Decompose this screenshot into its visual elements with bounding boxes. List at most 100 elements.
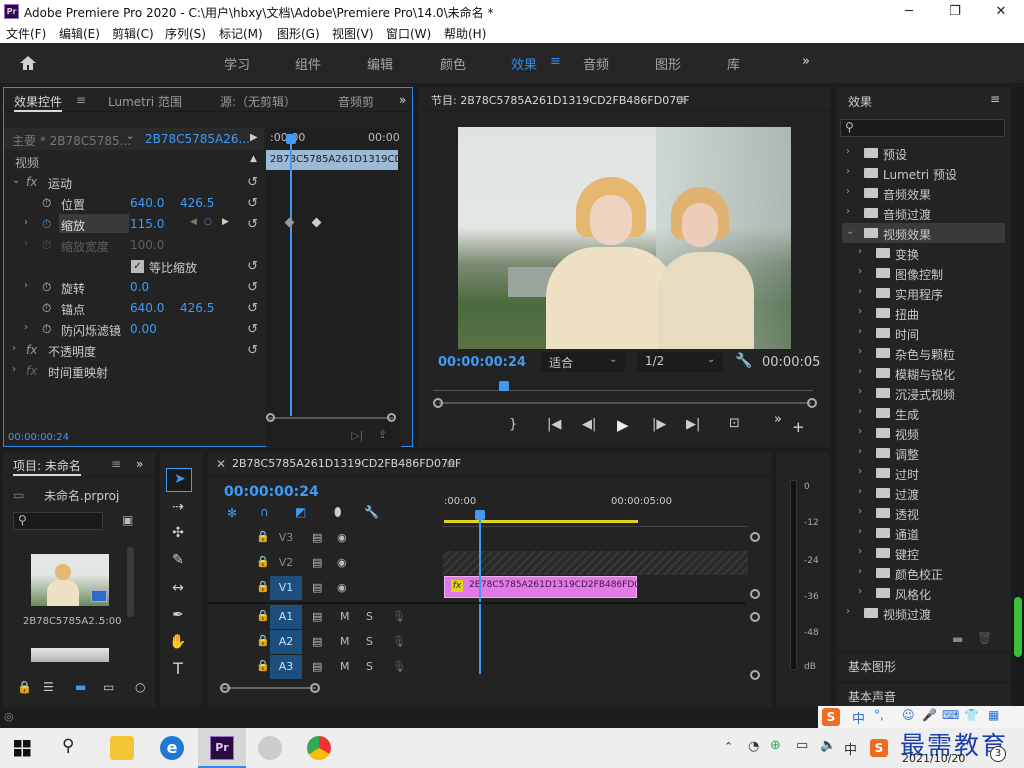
chevron-right-icon[interactable]: › (858, 546, 862, 557)
panel-menu-icon[interactable]: ≡ (76, 93, 86, 107)
edge-browser-icon[interactable]: e (160, 736, 184, 760)
icon-view-icon[interactable]: ▬ (75, 680, 86, 694)
chevron-right-icon[interactable]: › (858, 286, 862, 297)
sogou-icon[interactable]: S (822, 708, 840, 726)
opacity-row[interactable]: › fx 不透明度 ↺ (4, 340, 264, 361)
skin-icon[interactable]: 👕 (964, 708, 979, 722)
tab-color[interactable]: 颜色 (440, 54, 466, 73)
chevron-right-icon[interactable]: › (846, 166, 850, 177)
close-button[interactable]: ✕ (978, 0, 1024, 23)
linked-selection-icon[interactable]: ◩ (295, 505, 306, 519)
v2-lane[interactable] (443, 551, 748, 575)
reset-icon[interactable]: ↺ (247, 343, 258, 358)
effects-tree-item[interactable]: › 透视 (842, 503, 1005, 523)
reset-icon[interactable]: ↺ (247, 196, 258, 211)
basic-sound-panel[interactable]: 基本声音 (836, 682, 1011, 708)
master-clip-label[interactable]: 主要 * 2B78C5785... (12, 132, 131, 149)
premiere-taskbar-item[interactable]: Pr (198, 728, 246, 768)
fx-icon[interactable]: fx (26, 364, 37, 378)
track-select-tool-icon[interactable]: ⇢ (166, 496, 190, 518)
track-a2-label[interactable]: A2 (270, 630, 302, 654)
go-to-out-icon[interactable]: ▶| (686, 417, 700, 432)
timeline-timecode[interactable]: 00:00:00:24 (224, 484, 319, 500)
chevron-right-icon[interactable]: › (858, 446, 862, 457)
notification-count[interactable]: 3 (990, 746, 1006, 762)
snap-magnet-icon[interactable]: ∩ (260, 505, 269, 519)
position-row[interactable]: ⏱ 位置 640.0 426.5 ↺ (4, 193, 264, 214)
panel-menu-icon[interactable]: ≡ (675, 92, 685, 106)
chevron-right-icon[interactable]: › (846, 186, 850, 197)
reset-icon[interactable]: ↺ (247, 217, 258, 232)
menu-file[interactable]: 文件(F) (6, 25, 46, 42)
menu-window[interactable]: 窗口(W) (386, 25, 431, 42)
ec-timecode[interactable]: 00:00:00:24 (8, 432, 69, 443)
ime-mode[interactable]: 中 (852, 708, 865, 727)
sequence-clip-label[interactable]: 2B78C5785A26... (145, 132, 250, 146)
export-frame-icon[interactable]: ⊡ (729, 416, 740, 431)
rotation-value[interactable]: 0.0 (130, 280, 149, 294)
track-a1[interactable]: 🔒 A1 ▤ M S 🎙 (208, 605, 442, 629)
chevron-right-icon[interactable]: › (858, 566, 862, 577)
program-title[interactable]: 节目: 2B78C5785A261D1319CD2FB486FD070F (431, 92, 690, 108)
mic-icon[interactable]: 🎙 (392, 610, 406, 623)
scale-value[interactable]: 115.0 (130, 217, 164, 231)
effects-tree-item[interactable]: › 实用程序 (842, 283, 1005, 303)
wrench-icon[interactable]: 🔧 (735, 353, 752, 369)
keyframe-area[interactable]: :00:00 00:00 2B78C5785A261D1319CD ▷| ⇪ (266, 128, 401, 448)
menu-marker[interactable]: 标记(M) (219, 25, 263, 42)
mark-out-icon[interactable]: } (509, 417, 517, 432)
eye-icon[interactable]: ◉ (337, 531, 347, 544)
tray-expand-icon[interactable]: ⌃ (724, 740, 733, 753)
panel-menu-icon[interactable]: ≡ (990, 92, 1000, 106)
chevron-right-icon[interactable]: › (12, 364, 16, 375)
effects-tree-item[interactable]: › 沉浸式视频 (842, 383, 1005, 403)
vscroll-handle-bottom[interactable] (750, 670, 760, 680)
program-playhead[interactable] (499, 381, 509, 391)
vscroll-handle-a[interactable] (750, 612, 760, 622)
ec-zoom-handle-left[interactable] (266, 413, 275, 422)
reset-icon[interactable]: ↺ (247, 301, 258, 316)
effects-tree-item[interactable]: › 预设 (842, 143, 1005, 163)
type-tool-icon[interactable]: T (166, 658, 190, 680)
track-a1-label[interactable]: A1 (270, 605, 302, 629)
sync-lock-icon[interactable]: ▤ (312, 556, 322, 569)
work-area-bar[interactable] (444, 520, 638, 523)
clip-thumbnail[interactable] (31, 554, 109, 606)
track-a2[interactable]: 🔒 A2 ▤ M S 🎙 (208, 630, 442, 654)
chevron-right-icon[interactable]: › (24, 322, 28, 333)
position-x-value[interactable]: 640.0 (130, 196, 164, 210)
ec-clip-bar[interactable]: 2B78C5785A261D1319CD (266, 150, 398, 170)
nest-icon[interactable]: ✻ (227, 506, 237, 520)
emoji-icon[interactable]: ☺ (902, 708, 915, 722)
mute-button[interactable]: M (340, 660, 350, 673)
eye-icon[interactable]: ◉ (337, 581, 347, 594)
program-timecode[interactable]: 00:00:00:24 (438, 355, 526, 370)
network-icon[interactable]: ▭ (796, 738, 808, 753)
chevron-right-icon[interactable]: › (858, 586, 862, 597)
volume-icon[interactable]: 🔈 (820, 738, 836, 753)
step-forward-icon[interactable]: |▶ (652, 417, 666, 432)
track-v3-label[interactable]: V3 (270, 526, 302, 550)
time-remap-row[interactable]: › fx 时间重映射 (4, 361, 264, 382)
reset-icon[interactable]: ↺ (247, 322, 258, 337)
video-frame[interactable] (458, 127, 791, 349)
lock-icon[interactable]: 🔒 (256, 659, 270, 672)
effects-tree-item[interactable]: › 生成 (842, 403, 1005, 423)
add-button-icon[interactable]: + (792, 418, 805, 436)
chevron-right-icon[interactable]: › (24, 217, 28, 228)
new-folder-icon[interactable]: ▬ (952, 632, 963, 646)
chevron-right-icon[interactable]: › (846, 606, 850, 617)
zoom-handle-right[interactable] (807, 398, 817, 408)
mic-icon[interactable]: 🎙 (392, 660, 406, 673)
notification-bell-icon[interactable]: ◔ (748, 739, 759, 754)
keyboard-icon[interactable]: ⌨ (942, 708, 959, 722)
tab-libraries[interactable]: 库 (727, 54, 740, 73)
effects-tree-item[interactable]: ⌄ 视频效果 (842, 223, 1005, 243)
chevron-right-icon[interactable]: › (858, 506, 862, 517)
chevron-right-icon[interactable]: › (846, 206, 850, 217)
flicker-row[interactable]: › ⏱ 防闪烁滤镜 0.00 ↺ (4, 319, 264, 340)
stopwatch-icon[interactable]: ⏱ (42, 217, 51, 232)
resolution-dropdown[interactable]: 1/2 ⌄ (637, 352, 723, 372)
fx-icon[interactable]: fx (26, 343, 37, 357)
menu-clip[interactable]: 剪辑(C) (112, 25, 154, 42)
